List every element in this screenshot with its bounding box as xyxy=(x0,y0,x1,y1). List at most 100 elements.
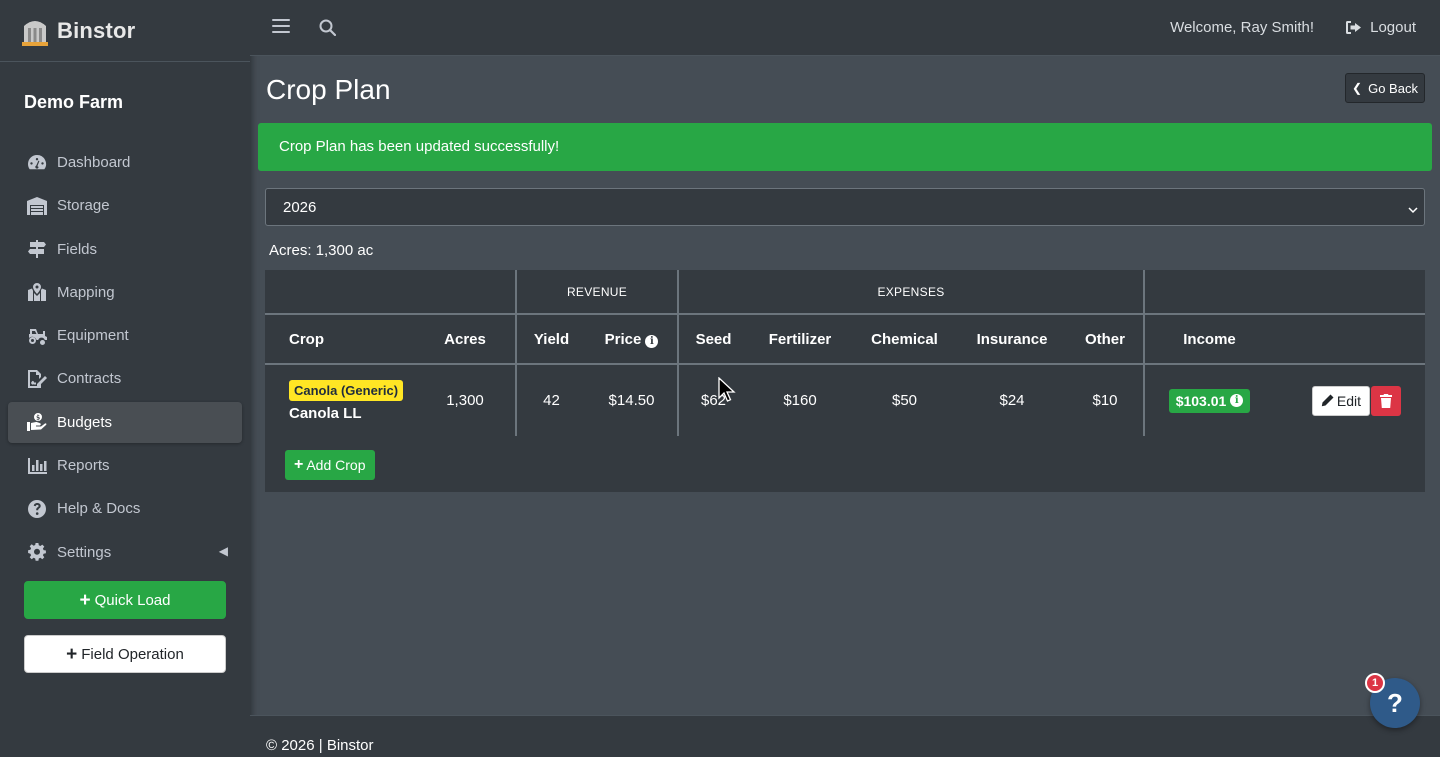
year-select-value: 2026 xyxy=(283,199,317,216)
plus-icon: + xyxy=(79,589,91,611)
revenue-group-header: REVENUE xyxy=(515,270,678,315)
year-select[interactable]: 2026 xyxy=(265,188,1425,226)
chevron-down-icon xyxy=(1408,201,1418,218)
col-header-income: Income xyxy=(1143,314,1274,365)
other-cell: $10 xyxy=(1092,392,1118,409)
sidebar-item-mapping[interactable]: Mapping xyxy=(8,272,242,313)
sign-out-icon xyxy=(1346,21,1362,34)
brand-name: Binstor xyxy=(57,17,136,43)
sidebar-item-reports[interactable]: Reports xyxy=(8,445,242,486)
success-alert: Crop Plan has been updated successfully! xyxy=(258,123,1432,171)
go-back-label: Go Back xyxy=(1368,80,1418,96)
page-title: Crop Plan xyxy=(266,74,391,105)
col-header-yield: Yield xyxy=(515,314,586,365)
sidebar-item-label: Mapping xyxy=(57,283,115,301)
sidebar-item-label: Reports xyxy=(57,457,110,475)
crop-plan-table: REVENUE EXPENSES Crop Acres Yield Price i… xyxy=(265,270,1425,436)
col-header-seed: Seed xyxy=(677,314,748,365)
plus-icon: + xyxy=(294,456,304,473)
quick-load-button[interactable]: + Quick Load xyxy=(24,581,226,619)
crop-name: Canola LL xyxy=(289,404,362,422)
table-row: Canola (Generic) Canola LL 1,300 42 $14.… xyxy=(265,364,1425,436)
go-back-button[interactable]: ❮ Go Back xyxy=(1345,73,1425,103)
chevron-left-icon: ◀ xyxy=(218,543,228,558)
delete-button[interactable] xyxy=(1371,385,1401,416)
quick-load-label: Quick Load xyxy=(94,591,171,609)
signpost-icon xyxy=(26,239,48,259)
map-marked-icon xyxy=(26,282,48,302)
sidebar-item-budgets[interactable]: Budgets xyxy=(8,401,242,443)
table-header-row: Crop Acres Yield Price i Seed Fertilizer … xyxy=(265,314,1425,365)
crop-plan-table-card: REVENUE EXPENSES Crop Acres Yield Price i… xyxy=(265,270,1425,492)
farm-name: Demo Farm xyxy=(24,92,124,112)
logout-link[interactable]: Logout xyxy=(1345,19,1416,36)
sidebar: Binstor Demo Farm Dashboard Storage Fiel… xyxy=(0,0,250,757)
chemical-cell: $50 xyxy=(891,392,918,409)
col-header-crop: Crop xyxy=(265,314,415,365)
sidebar-item-storage[interactable]: Storage xyxy=(8,185,242,226)
insurance-cell: $24 xyxy=(999,392,1025,409)
sidebar-item-label: Equipment xyxy=(57,327,129,345)
hamburger-menu-icon[interactable] xyxy=(272,19,290,35)
yield-cell: 42 xyxy=(515,364,586,436)
table-group-header-row: REVENUE EXPENSES xyxy=(265,270,1425,315)
sidebar-nav: Dashboard Storage Fields Mapping Equipme… xyxy=(0,142,250,573)
mouse-cursor-icon xyxy=(718,376,736,408)
welcome-text: Welcome, Ray Smith! xyxy=(1170,19,1314,36)
income-badge[interactable]: $103.01 i xyxy=(1168,388,1251,413)
sidebar-item-settings[interactable]: Settings ◀ xyxy=(8,532,242,573)
actions-cell: Edit xyxy=(1274,364,1425,436)
top-navbar: Welcome, Ray Smith! Logout xyxy=(250,0,1440,56)
sidebar-item-contracts[interactable]: Contracts xyxy=(8,358,242,399)
edit-label: Edit xyxy=(1336,392,1361,409)
pencil-icon xyxy=(1321,394,1334,407)
edit-button[interactable]: Edit xyxy=(1311,385,1370,416)
chart-bar-icon xyxy=(26,456,48,476)
col-header-acres: Acres xyxy=(415,314,516,365)
gear-icon xyxy=(26,542,48,562)
logout-label: Logout xyxy=(1370,19,1416,36)
tractor-icon xyxy=(26,326,48,346)
col-header-insurance: Insurance xyxy=(957,314,1067,365)
warehouse-icon xyxy=(26,196,48,216)
sidebar-item-label: Dashboard xyxy=(57,154,131,171)
sidebar-item-fields[interactable]: Fields xyxy=(8,229,242,270)
col-header-fertilizer: Fertilizer xyxy=(748,314,852,365)
income-value: $103.01 xyxy=(1175,392,1227,409)
add-crop-button[interactable]: + Add Crop xyxy=(285,450,375,480)
sidebar-item-label: Help & Docs xyxy=(57,500,141,518)
sidebar-item-equipment[interactable]: Equipment xyxy=(8,315,242,356)
crop-type-badge: Canola (Generic) xyxy=(289,379,404,401)
sidebar-item-label: Storage xyxy=(57,197,110,215)
sidebar-item-label: Fields xyxy=(57,240,98,258)
price-cell: $14.50 xyxy=(608,392,655,409)
dashboard-icon xyxy=(26,153,48,173)
brand[interactable]: Binstor xyxy=(0,0,250,62)
col-header-price: Price i xyxy=(586,314,678,365)
acres-summary: Acres: 1,300 ac xyxy=(269,242,374,259)
question-circle-icon xyxy=(26,499,48,519)
notification-badge: 1 xyxy=(1365,673,1385,693)
info-icon[interactable]: i xyxy=(645,334,659,348)
sidebar-item-dashboard[interactable]: Dashboard xyxy=(8,142,242,183)
plus-icon: + xyxy=(66,643,78,665)
add-crop-label: Add Crop xyxy=(306,457,366,473)
sidebar-item-label: Settings xyxy=(57,543,112,561)
acres-cell: 1,300 xyxy=(446,392,484,409)
col-header-chemical: Chemical xyxy=(852,314,957,365)
trash-icon xyxy=(1380,393,1392,408)
expenses-group-header: EXPENSES xyxy=(677,270,1144,315)
seed-cell: $62 xyxy=(677,364,748,436)
search-icon[interactable] xyxy=(319,19,337,41)
sidebar-item-help-docs[interactable]: Help & Docs xyxy=(8,488,242,529)
col-header-other: Other xyxy=(1067,314,1144,365)
budget-hand-icon xyxy=(26,412,48,432)
info-icon: i xyxy=(1230,394,1244,407)
income-cell: $103.01 i xyxy=(1143,364,1274,436)
help-widget-label: ? xyxy=(1387,687,1403,718)
sidebar-item-label: Budgets xyxy=(57,413,113,431)
footer: © 2026 | Binstor xyxy=(250,715,1440,757)
sidebar-item-label: Contracts xyxy=(57,370,122,388)
field-operation-button[interactable]: + Field Operation xyxy=(24,635,226,673)
file-signature-icon xyxy=(26,369,48,389)
